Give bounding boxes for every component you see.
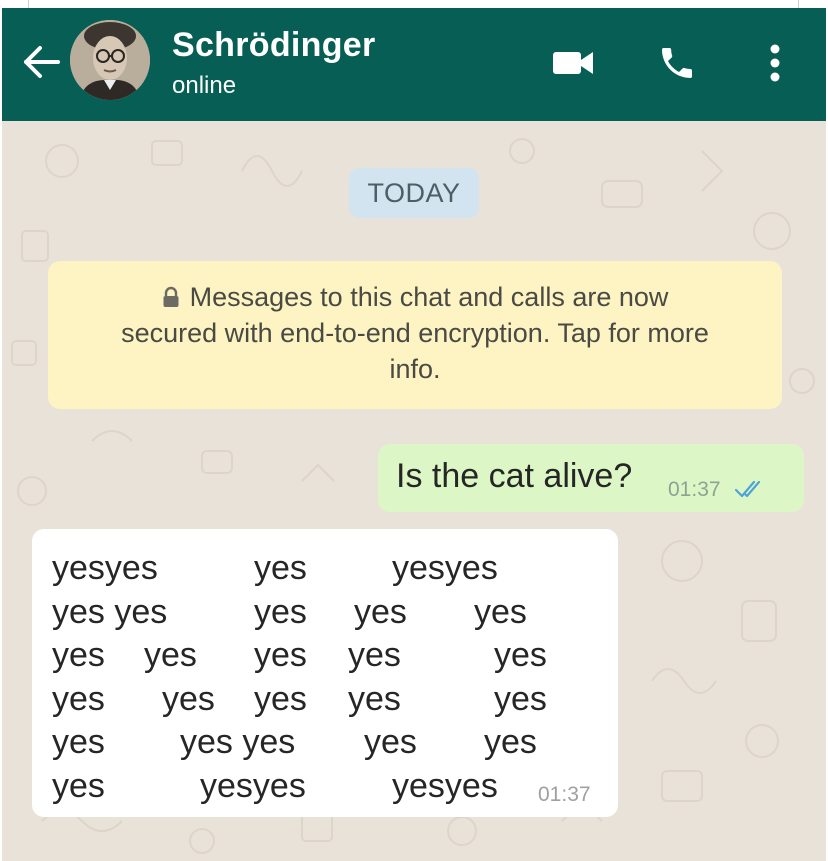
message-word: yesyes [200, 767, 306, 805]
avatar-portrait-image [70, 20, 150, 100]
message-word: yes [254, 680, 307, 718]
top-strip [0, 0, 828, 8]
message-word: yes [52, 723, 105, 761]
outgoing-message[interactable]: Is the cat alive? 01:37 [378, 444, 804, 512]
encryption-notice-line3: info. [389, 354, 441, 384]
date-separator: TODAY [349, 168, 479, 218]
message-text: Is the cat alive? [396, 457, 633, 495]
message-word: yes [254, 636, 307, 674]
message-word: yes [354, 593, 407, 631]
double-check-read-icon [734, 480, 761, 498]
message-word: yes [52, 680, 105, 718]
message-word: yes yes [52, 593, 168, 631]
contact-status: online [172, 72, 237, 99]
message-time: 01:37 [538, 783, 591, 806]
back-button[interactable] [20, 40, 64, 84]
arrow-left-icon [24, 46, 60, 78]
voice-call-button[interactable] [654, 40, 700, 86]
message-word: yes [494, 636, 547, 674]
message-word: yes [254, 549, 307, 587]
message-word: yes [484, 723, 537, 761]
message-word: yes [474, 593, 527, 631]
video-call-button[interactable] [550, 40, 596, 86]
message-word: yes [254, 593, 307, 631]
message-word: yes [162, 680, 215, 718]
message-word: yes [348, 636, 401, 674]
message-word: yes [52, 636, 105, 674]
more-options-button[interactable] [752, 40, 798, 86]
encryption-notice-line2: secured with end-to-end encryption. Tap … [121, 318, 709, 348]
contact-avatar[interactable] [70, 20, 150, 100]
message-word: yes [364, 723, 417, 761]
message-word: yes [144, 636, 197, 674]
more-vert-icon [770, 44, 780, 82]
incoming-message[interactable]: yesyes yes yesyes yes yes yes yes yes ye… [32, 529, 618, 817]
message-word: yesyes [52, 549, 158, 587]
message-word: yesyes [392, 767, 498, 805]
chat-screen: Schrödinger online TODAY Messages to thi… [2, 8, 826, 861]
phone-icon [662, 48, 692, 78]
contact-name[interactable]: Schrödinger [172, 26, 376, 65]
message-word: yes yes [180, 723, 296, 761]
chat-header: Schrödinger online [2, 8, 826, 121]
strip-edge-right [798, 0, 799, 8]
encryption-notice[interactable]: Messages to this chat and calls are now … [48, 261, 782, 409]
lock-icon [163, 286, 179, 307]
strip-edge-left [28, 0, 29, 8]
video-camera-icon [553, 52, 593, 74]
encryption-notice-line1: Messages to this chat and calls are now [70, 279, 760, 315]
encryption-notice-text-1: Messages to this chat and calls are now [189, 282, 669, 312]
message-word: yes [52, 767, 105, 805]
message-time: 01:37 [668, 478, 721, 501]
message-word: yes [348, 680, 401, 718]
message-word: yesyes [392, 549, 498, 587]
chat-area[interactable]: TODAY Messages to this chat and calls ar… [2, 121, 826, 861]
message-word: yes [494, 680, 547, 718]
